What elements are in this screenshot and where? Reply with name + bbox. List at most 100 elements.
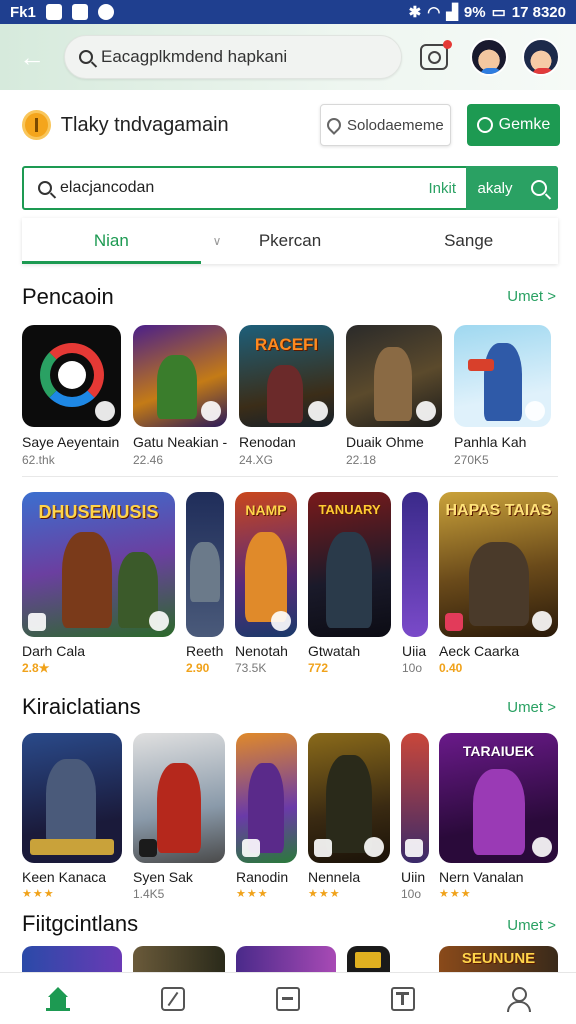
app-name[interactable]: Aeck Caarka — [439, 643, 519, 659]
badge-icon — [201, 401, 221, 421]
top-search-text: Eacagplkmdend hapkani — [101, 47, 288, 66]
tab-sange[interactable]: Sange — [379, 218, 558, 264]
see-more-link[interactable]: Umet > — [507, 699, 556, 716]
app-banner-text: RACEFI — [254, 335, 319, 354]
app-meta: 1.4K5 — [133, 887, 165, 901]
app-name[interactable]: Reeth — [186, 643, 223, 659]
game-banner-text: DHUSEMUSIS — [38, 502, 159, 522]
app-meta: 22.46 — [133, 453, 164, 467]
badge-icon — [271, 611, 291, 631]
badge-icon — [139, 839, 157, 857]
primary-action-label: Gemke — [498, 116, 551, 133]
badge-icon — [532, 837, 552, 857]
game-banner-text: HAPAS TAIAS — [445, 502, 552, 519]
game-banner-tile[interactable] — [22, 733, 122, 863]
game-banner-tile[interactable]: SEUNUNE — [439, 946, 558, 972]
app-meta: 270K5 — [454, 453, 489, 467]
avatar[interactable] — [470, 38, 508, 76]
chevron-down-icon: ∨ — [212, 234, 222, 248]
app-name[interactable]: Syen Sak — [133, 869, 193, 885]
notification-icon — [71, 4, 88, 20]
app-name[interactable]: Duaik Ohme — [346, 434, 424, 450]
app-name[interactable]: Ranodin — [236, 869, 288, 885]
app-meta: 2.8★ — [22, 661, 50, 675]
top-search-bar[interactable]: Eacagplkmdend hapkani — [64, 35, 402, 79]
section-title: Fiitgcintlans — [22, 911, 139, 936]
tab-label: Sange — [444, 231, 494, 250]
app-meta: 772 — [308, 661, 329, 675]
app-icon-tile[interactable] — [454, 325, 551, 427]
app-name[interactable]: Darh Cala — [22, 643, 85, 659]
badge-icon — [149, 611, 169, 631]
app-name[interactable]: Renodan — [239, 434, 296, 450]
app-header: ← Eacagplkmdend hapkani — [0, 24, 576, 90]
search-button[interactable]: akaly — [466, 166, 558, 210]
badge-icon — [364, 837, 384, 857]
primary-action-button[interactable]: Gemke — [466, 104, 560, 146]
status-carrier: Fk1 — [10, 3, 36, 21]
game-banner-text: TARAIUEK — [462, 743, 535, 759]
app-name[interactable]: Nennela — [308, 869, 360, 885]
tab-label: Pkercan — [258, 231, 322, 250]
tab-pkercan[interactable]: ∨ Pkercan — [201, 218, 380, 264]
game-banner-text: NAMP — [245, 502, 287, 518]
camera-icon[interactable] — [420, 40, 452, 70]
tab-nian[interactable]: Nian — [22, 218, 201, 264]
home-icon[interactable] — [45, 986, 70, 1011]
game-banner-tile[interactable] — [236, 946, 336, 972]
badge-icon — [405, 839, 423, 857]
location-pin-icon — [324, 115, 344, 135]
badge-icon — [95, 401, 115, 421]
see-more-link[interactable]: Umet > — [507, 917, 556, 934]
bluetooth-icon: ✱ — [408, 4, 422, 21]
game-banner-tile[interactable]: TANUARY — [308, 492, 391, 637]
location-button[interactable]: Solodaememe — [319, 104, 451, 146]
game-banner-tile[interactable] — [133, 946, 225, 972]
bottom-navigation — [0, 972, 576, 1024]
game-banner-tile[interactable]: HAPAS TAIAS — [439, 492, 558, 637]
game-banner-tile[interactable] — [186, 492, 224, 637]
see-more-link[interactable]: Umet > — [507, 288, 556, 305]
game-banner-tile[interactable] — [308, 733, 390, 863]
app-icon-tile[interactable] — [133, 325, 227, 427]
app-name[interactable]: Uiia — [402, 643, 426, 659]
app-icon-tile[interactable] — [22, 325, 121, 427]
search-icon — [38, 181, 52, 195]
game-banner-tile[interactable]: NAMP — [235, 492, 297, 637]
app-icon-tile[interactable]: RACEFI — [239, 325, 334, 427]
game-banner-tile[interactable]: DHUSEMUSIS — [22, 492, 175, 637]
badge-icon — [532, 611, 552, 631]
notes-icon[interactable] — [391, 986, 416, 1011]
edit-icon[interactable] — [160, 986, 185, 1011]
game-banner-tile[interactable] — [401, 733, 429, 863]
app-icon-tile[interactable] — [346, 325, 442, 427]
badge-icon — [308, 401, 328, 421]
app-name[interactable]: Keen Kanaca — [22, 869, 106, 885]
wifi-icon: ◠ — [427, 4, 441, 21]
game-banner-tile[interactable] — [347, 946, 390, 972]
profile-icon[interactable] — [506, 986, 532, 1012]
back-arrow-icon[interactable]: ← — [10, 35, 54, 79]
tab-label: Nian — [93, 231, 129, 250]
library-icon[interactable] — [275, 986, 300, 1011]
badge-icon — [314, 839, 332, 857]
app-name[interactable]: Uiin — [401, 869, 425, 885]
app-name[interactable]: Panhla Kah — [454, 434, 526, 450]
game-banner-tile[interactable] — [402, 492, 428, 637]
app-name[interactable]: Saye Aeyentain — [22, 434, 119, 450]
game-banner-tile[interactable] — [22, 946, 122, 972]
game-banner-tile[interactable] — [236, 733, 297, 863]
app-meta: 24.XG — [239, 453, 274, 467]
game-banner-tile[interactable] — [133, 733, 225, 863]
app-name[interactable]: Gtwatah — [308, 643, 360, 659]
app-name[interactable]: Nenotah — [235, 643, 288, 659]
badge-icon — [445, 613, 463, 631]
game-banner-tile[interactable]: TARAIUEK — [439, 733, 558, 863]
status-right: ✱ ◠ ▟ 9% ▭ 17 8320 — [408, 3, 566, 22]
avatar[interactable] — [522, 38, 560, 76]
app-name[interactable]: Gatu Neakian - — [133, 434, 227, 450]
category-tabs: Nian ∨ Pkercan Sange — [22, 218, 558, 264]
search-input[interactable] — [60, 179, 250, 197]
status-left: Fk1 — [10, 4, 114, 21]
app-name[interactable]: Nern Vanalan — [439, 869, 524, 885]
